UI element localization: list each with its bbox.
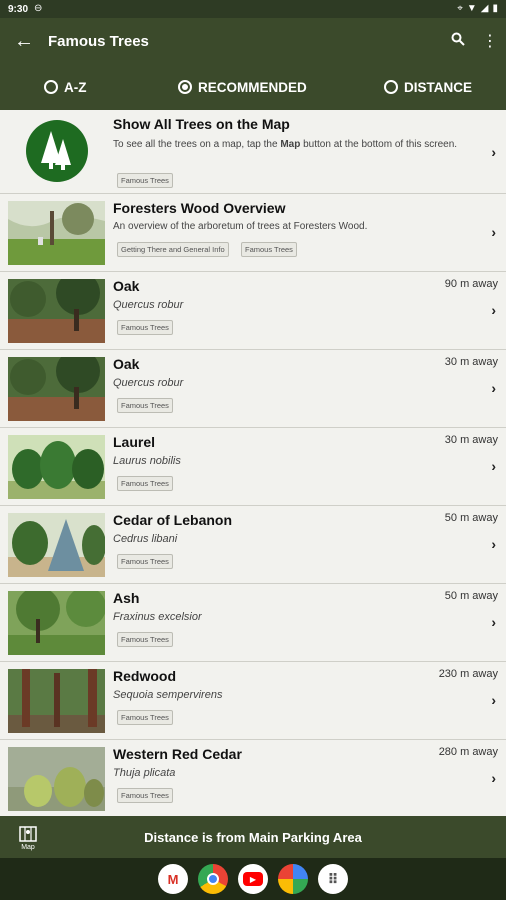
page-title: Famous Trees (48, 32, 149, 50)
tag-famous-trees: Famous Trees (117, 476, 173, 491)
tree-list: Show All Trees on the Map To see all the… (0, 110, 506, 816)
row-title: Show All Trees on the Map (113, 116, 290, 132)
photos-icon[interactable] (278, 864, 308, 894)
chrome-icon[interactable] (198, 864, 228, 894)
list-item-overview[interactable]: Foresters Wood Overview An overview of t… (0, 194, 506, 272)
gmail-icon[interactable]: M (158, 864, 188, 894)
radio-checked-icon (178, 80, 192, 94)
arrow-left-icon[interactable]: ← (0, 30, 48, 53)
thumbnail-image (8, 201, 105, 265)
location-icon: ⌖ (457, 3, 463, 14)
sort-bar: A-Z RECOMMENDED DISTANCE (0, 64, 506, 110)
thumbnail-image (8, 513, 105, 577)
row-subtitle: Fraxinus excelsior (113, 611, 202, 623)
more-vert-icon[interactable]: ⋮ (474, 31, 506, 51)
chevron-right-icon: › (491, 224, 496, 240)
list-item-show-map[interactable]: Show All Trees on the Map To see all the… (0, 110, 506, 194)
row-title: Ash (113, 590, 140, 606)
thumbnail-image (8, 357, 105, 421)
tag-general-info: Getting There and General Info (117, 242, 229, 257)
chevron-right-icon: › (491, 536, 496, 552)
list-item-ash[interactable]: Ash 50 m away Fraxinus excelsior Famous … (0, 584, 506, 662)
distance-label: 230 m away (438, 668, 498, 680)
chevron-right-icon: › (491, 458, 496, 474)
chevron-right-icon: › (491, 614, 496, 630)
list-item-oak-2[interactable]: Oak 30 m away Quercus robur Famous Trees… (0, 350, 506, 428)
distance-label: 280 m away (438, 746, 498, 758)
tag-famous-trees: Famous Trees (241, 242, 297, 257)
tag-famous-trees: Famous Trees (117, 173, 173, 188)
map-button-label: Map (21, 843, 35, 851)
list-item-laurel[interactable]: Laurel 30 m away Laurus nobilis Famous T… (0, 428, 506, 506)
row-title: Western Red Cedar (113, 746, 242, 762)
tag-famous-trees: Famous Trees (117, 710, 173, 725)
status-bar: 9:30 ⊖ ⌖ ▼ ◢ ▮ (0, 0, 506, 18)
row-title: Oak (113, 356, 140, 372)
row-title: Oak (113, 278, 140, 294)
distance-reference-text: Distance is from Main Parking Area (144, 829, 362, 845)
row-description: To see all the trees on a map, tap the M… (113, 139, 458, 150)
tree-logo-icon (26, 120, 88, 182)
search-icon[interactable] (442, 32, 474, 51)
app-bar: ← Famous Trees ⋮ (0, 18, 506, 64)
row-title: Cedar of Lebanon (113, 512, 233, 528)
thumbnail-image (8, 747, 105, 811)
tag-famous-trees: Famous Trees (117, 788, 173, 803)
row-subtitle: Thuja plicata (113, 767, 176, 779)
thumbnail-image (8, 669, 105, 733)
row-subtitle: Cedrus libani (113, 533, 178, 545)
row-title: Laurel (113, 434, 156, 450)
distance-label: 30 m away (444, 356, 498, 368)
row-title: Redwood (113, 668, 176, 684)
map-button[interactable]: Map (0, 824, 56, 851)
list-item-redwood[interactable]: Redwood 230 m away Sequoia sempervirens … (0, 662, 506, 740)
row-subtitle: Quercus robur (113, 377, 184, 389)
status-time: 9:30 (8, 3, 29, 15)
thumbnail-image (8, 435, 105, 499)
row-description: An overview of the arboretum of trees at… (113, 221, 368, 232)
distance-label: 50 m away (444, 590, 498, 602)
youtube-icon[interactable]: ▶ (238, 864, 268, 894)
distance-label: 90 m away (444, 278, 498, 290)
sort-option-az[interactable]: A-Z (44, 80, 87, 95)
list-item-western-red-cedar[interactable]: Western Red Cedar 280 m away Thuja plica… (0, 740, 506, 816)
navigation-bar: M ▶ ⠿ (0, 858, 506, 900)
map-icon (19, 825, 37, 842)
distance-label: 50 m away (444, 512, 498, 524)
notification-icon: ⊖ (34, 3, 43, 14)
row-subtitle: Quercus robur (113, 299, 184, 311)
distance-label: 30 m away (444, 434, 498, 446)
list-item-cedar-of-lebanon[interactable]: Cedar of Lebanon 50 m away Cedrus libani… (0, 506, 506, 584)
thumbnail-image (8, 591, 105, 655)
chevron-right-icon: › (491, 302, 496, 318)
tag-famous-trees: Famous Trees (117, 320, 173, 335)
row-subtitle: Sequoia sempervirens (113, 689, 223, 701)
chevron-right-icon: › (491, 692, 496, 708)
signal-icon: ◢ (480, 3, 489, 14)
battery-icon: ▮ (492, 3, 498, 14)
app-drawer-icon[interactable]: ⠿ (318, 864, 348, 894)
wifi-icon: ▼ (466, 3, 477, 14)
row-title: Foresters Wood Overview (113, 200, 286, 216)
radio-unchecked-icon (44, 80, 58, 94)
chevron-right-icon: › (491, 380, 496, 396)
list-item-oak-1[interactable]: Oak 90 m away Quercus robur Famous Trees… (0, 272, 506, 350)
sort-option-recommended[interactable]: RECOMMENDED (178, 80, 307, 95)
sort-option-distance[interactable]: DISTANCE (384, 80, 472, 95)
tag-famous-trees: Famous Trees (117, 398, 173, 413)
tag-famous-trees: Famous Trees (117, 554, 173, 569)
row-subtitle: Laurus nobilis (113, 455, 181, 467)
tag-famous-trees: Famous Trees (117, 632, 173, 647)
chevron-right-icon: › (491, 770, 496, 786)
thumbnail-image (8, 279, 105, 343)
bottom-bar: Map Distance is from Main Parking Area (0, 816, 506, 858)
chevron-right-icon: › (491, 144, 496, 160)
radio-unchecked-icon (384, 80, 398, 94)
